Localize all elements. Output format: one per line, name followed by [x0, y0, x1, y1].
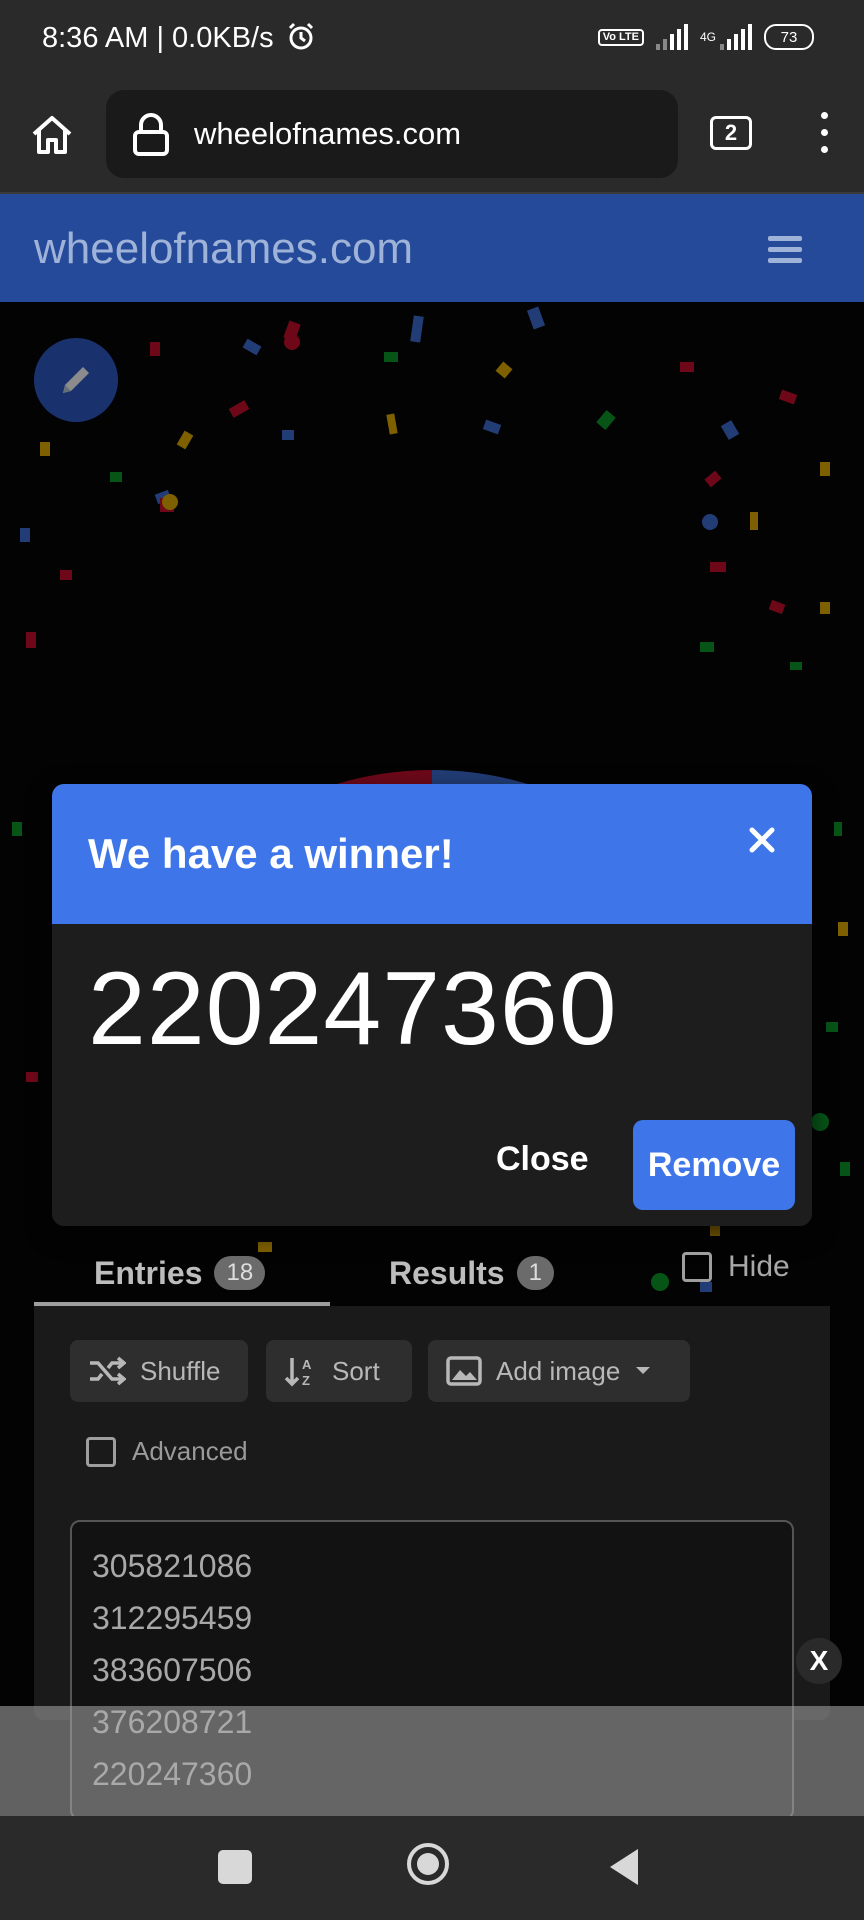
- more-options-icon[interactable]: [818, 112, 830, 158]
- system-nav-bar: [0, 1816, 864, 1920]
- sort-button[interactable]: A Z Sort: [266, 1340, 412, 1402]
- signal-icon-2: [720, 24, 752, 50]
- add-image-button[interactable]: Add image: [428, 1340, 690, 1402]
- site-header: wheelofnames.com: [0, 194, 864, 302]
- signal-icon: [655, 24, 688, 50]
- advanced-checkbox[interactable]: [86, 1436, 116, 1467]
- tab-switcher-button[interactable]: 2: [710, 116, 752, 150]
- volte-icon: Vo LTE: [597, 28, 644, 46]
- shuffle-button[interactable]: Shuffle: [70, 1340, 248, 1402]
- add-image-label: Add image: [496, 1355, 621, 1386]
- remove-button[interactable]: Remove: [633, 1120, 795, 1210]
- tab-entries[interactable]: Entries 18: [94, 1240, 266, 1306]
- dialog-header: We have a winner!: [52, 784, 812, 924]
- back-icon[interactable]: [606, 1846, 642, 1888]
- home-button-icon[interactable]: [406, 1842, 450, 1886]
- close-button[interactable]: Close: [486, 1132, 599, 1187]
- svg-text:Z: Z: [302, 1373, 310, 1388]
- advanced-toggle[interactable]: Advanced: [86, 1436, 248, 1467]
- recents-icon[interactable]: [218, 1850, 252, 1884]
- hamburger-menu-icon[interactable]: [768, 236, 802, 264]
- entries-count-badge: 18: [214, 1256, 266, 1290]
- battery-icon: 73: [764, 24, 814, 50]
- shuffle-label: Shuffle: [140, 1355, 221, 1386]
- dropdown-arrow-icon: [636, 1367, 651, 1374]
- winner-dialog: We have a winner! 220247360 Close Remove: [52, 784, 812, 1226]
- status-time: 8:36 AM | 0.0KB/s: [42, 22, 274, 54]
- ad-banner[interactable]: [0, 1706, 864, 1816]
- tab-count: 2: [724, 120, 738, 145]
- tab-results[interactable]: Results 1: [389, 1240, 554, 1306]
- sort-label: Sort: [332, 1355, 380, 1386]
- advanced-label: Advanced: [132, 1436, 248, 1466]
- results-count-badge: 1: [516, 1256, 554, 1290]
- svg-text:A: A: [302, 1357, 312, 1372]
- tab-entries-label: Entries: [94, 1254, 203, 1291]
- site-title[interactable]: wheelofnames.com: [34, 224, 413, 274]
- url-text: wheelofnames.com: [194, 116, 462, 151]
- url-bar[interactable]: wheelofnames.com: [106, 90, 678, 178]
- lock-icon: [133, 113, 169, 156]
- entry-line: 312295459: [92, 1600, 253, 1636]
- dialog-title: We have a winner!: [88, 830, 454, 877]
- browser-toolbar: wheelofnames.com 2: [0, 80, 864, 194]
- entry-line: 383607506: [92, 1652, 253, 1688]
- tab-results-label: Results: [389, 1254, 505, 1291]
- hide-checkbox[interactable]: [682, 1252, 712, 1282]
- shuffle-icon: [90, 1356, 126, 1386]
- close-icon[interactable]: [742, 820, 782, 860]
- entry-line: 305821086: [92, 1548, 253, 1584]
- image-icon: [446, 1356, 482, 1386]
- battery-level: 73: [780, 28, 798, 46]
- ad-close-button[interactable]: X: [796, 1638, 842, 1684]
- winner-value: 220247360: [88, 951, 618, 1067]
- network-type: 4G: [699, 30, 716, 44]
- hide-label: Hide: [728, 1250, 790, 1283]
- hide-toggle[interactable]: Hide: [682, 1250, 790, 1284]
- home-icon[interactable]: [28, 110, 76, 158]
- sort-icon: A Z: [284, 1357, 312, 1388]
- alarm-icon: [288, 22, 314, 50]
- status-bar: 8:36 AM | 0.0KB/s Vo LTE 4G 73: [0, 0, 864, 80]
